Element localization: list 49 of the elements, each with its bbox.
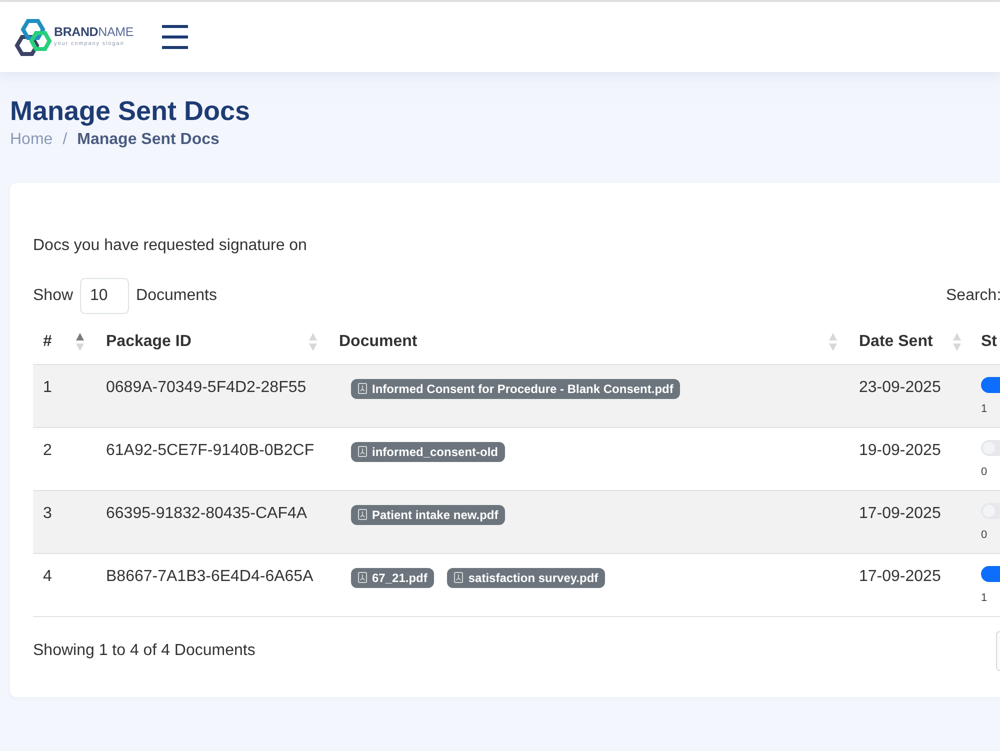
row-number: 2 (43, 442, 52, 458)
column-header[interactable]: # (43, 330, 52, 354)
column-header[interactable]: St (981, 330, 997, 354)
sort-icon[interactable] (76, 332, 84, 351)
file-icon (358, 509, 367, 520)
file-icon (358, 572, 367, 583)
file-icon (454, 572, 464, 583)
table-info: Showing 1 to 4 of 4 Documents (33, 640, 256, 660)
row-number: 4 (43, 568, 52, 584)
status-text: 1 (981, 402, 988, 416)
toggle-switch[interactable] (981, 566, 1000, 582)
card-description: Docs you have requested signature on (33, 236, 307, 256)
column-header[interactable]: Date Sent (859, 330, 933, 354)
toggle-switch[interactable] (981, 376, 1000, 392)
pagination-button[interactable] (996, 630, 1000, 670)
document-badge[interactable]: informed_consent-old (351, 442, 506, 462)
documents-label: Documents (136, 286, 217, 306)
document-badge[interactable]: Patient intake new.pdf (351, 504, 506, 524)
status-text: 1 (981, 590, 988, 604)
date-sent: 23-09-2025 (859, 378, 941, 396)
document-badge[interactable]: satisfaction survey.pdf (447, 568, 606, 588)
brand-name: BRANDNAME (54, 26, 134, 39)
show-label: Show (33, 286, 74, 306)
document-badge[interactable]: 67_21.pdf (351, 568, 434, 588)
package-id: 66395-91832-80435-CAF4A (106, 504, 308, 522)
page-title: Manage Sent Docs (10, 95, 250, 128)
package-id: B8667-7A1B3-6E4D4-6A65A (106, 568, 314, 584)
date-sent: 19-09-2025 (859, 442, 941, 458)
menu-icon (162, 25, 188, 49)
breadcrumb-current: Manage Sent Docs (77, 130, 220, 150)
row-number: 3 (43, 504, 52, 522)
status-text: 0 (981, 464, 988, 478)
toggle-switch[interactable] (981, 440, 1000, 456)
column-header[interactable]: Document (339, 330, 418, 354)
date-sent: 17-09-2025 (859, 568, 941, 584)
file-icon (358, 383, 367, 394)
document-badge[interactable]: Informed Consent for Procedure - Blank Consent.pdf (351, 378, 680, 398)
date-sent: 17-09-2025 (859, 504, 941, 522)
column-header[interactable]: Package ID (106, 330, 192, 354)
menu-button[interactable] (162, 25, 188, 49)
breadcrumb-separator: / (62, 130, 68, 150)
status-text: 0 (981, 528, 988, 542)
package-id: 0689A-70349-5F4D2-28F55 (106, 378, 306, 396)
hexagon-logo-icon (12, 18, 52, 56)
search-label: Search: (946, 287, 1000, 304)
file-icon (358, 446, 367, 457)
row-number: 1 (43, 378, 52, 396)
package-id: 61A92-5CE7F-9140B-0B2CF (106, 442, 314, 458)
page-size-select[interactable]: 10 (80, 278, 130, 314)
